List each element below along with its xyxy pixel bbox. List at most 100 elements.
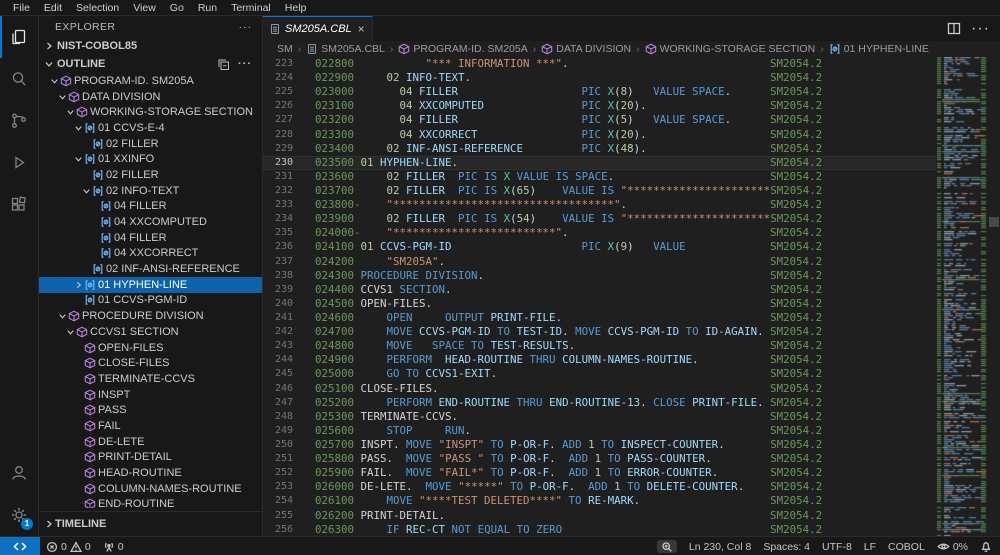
timeline-header[interactable]: TIMELINE bbox=[39, 511, 262, 536]
breadcrumb-item[interactable]: DATA DIVISION bbox=[541, 43, 631, 55]
outline-item-end-routine[interactable]: END-ROUTINE bbox=[39, 497, 262, 508]
code-line-256[interactable]: 256 026300 IF REC-CT NOT EQUAL TO ZERO SM… bbox=[263, 523, 936, 536]
code-line-239[interactable]: 239 024400 CCVS1 SECTION. SM2054.2 bbox=[263, 283, 936, 297]
outline-item-01-hyphen-line[interactable]: 01 HYPHEN-LINE bbox=[39, 276, 262, 293]
activity-files-icon[interactable] bbox=[0, 16, 38, 58]
ports-status[interactable]: 0 bbox=[97, 537, 130, 555]
code-line-254[interactable]: 254 026100 MOVE "****TEST DELETED****" TO… bbox=[263, 494, 936, 508]
workspace-folder[interactable]: NIST-COBOL85 bbox=[39, 37, 262, 55]
code-line-226[interactable]: 226 023100 04 XXCOMPUTED PIC X(20). SM205… bbox=[263, 99, 936, 113]
menu-terminal[interactable]: Terminal bbox=[224, 2, 278, 14]
outline-item-04-filler[interactable]: 04 FILLER bbox=[39, 230, 262, 246]
menu-view[interactable]: View bbox=[126, 2, 163, 14]
code-line-237[interactable]: 237 024200 "SM205A". SM2054.2 bbox=[263, 255, 936, 269]
code-line-247[interactable]: 247 025200 PERFORM END-ROUTINE THRU END-R… bbox=[263, 396, 936, 410]
outline-item-fail[interactable]: FAIL bbox=[39, 418, 262, 434]
code-line-223[interactable]: 223 022800 "*** INFORMATION ***". SM2054.… bbox=[263, 57, 936, 71]
breadcrumb-item[interactable]: SM205A.CBL bbox=[306, 43, 385, 55]
code-line-231[interactable]: 231 023600 02 FILLER PIC IS X VALUE IS SP… bbox=[263, 170, 936, 184]
indentation-status[interactable]: Spaces: 4 bbox=[757, 537, 816, 555]
code-line-225[interactable]: 225 023000 04 FILLER PIC X(8) VALUE SPACE… bbox=[263, 85, 936, 99]
more-actions-icon[interactable]: ··· bbox=[238, 58, 252, 70]
outline-item-01-xxinfo[interactable]: 01 XXINFO bbox=[39, 151, 262, 167]
activity-extensions-icon[interactable] bbox=[0, 184, 38, 226]
code-line-250[interactable]: 250 025700 INSPT. MOVE "INSPT" TO P-OR-F.… bbox=[263, 438, 936, 452]
menu-edit[interactable]: Edit bbox=[37, 2, 69, 14]
code-line-229[interactable]: 229 023400 02 INF-ANSI-REFERENCE PIC X(48… bbox=[263, 142, 936, 156]
chevron-down-icon[interactable] bbox=[57, 91, 68, 103]
outline-item-procedure-division[interactable]: PROCEDURE DIVISION bbox=[39, 308, 262, 324]
code-line-234[interactable]: 234 023900 02 FILLER PIC IS X(54) VALUE I… bbox=[263, 212, 936, 226]
outline-item-04-filler[interactable]: 04 FILLER bbox=[39, 199, 262, 215]
code-line-253[interactable]: 253 026000 DE-LETE. MOVE "*****" TO P-OR-… bbox=[263, 480, 936, 494]
code-line-249[interactable]: 249 025600 STOP RUN. SM2054.2 bbox=[263, 424, 936, 438]
visibility-status[interactable]: 0% bbox=[931, 537, 974, 555]
chevron-down-icon[interactable] bbox=[81, 185, 92, 197]
menu-file[interactable]: File bbox=[6, 2, 37, 14]
code-line-243[interactable]: 243 024800 MOVE SPACE TO TEST-RESULTS. SM… bbox=[263, 339, 936, 353]
code-line-251[interactable]: 251 025800 PASS. MOVE "PASS " TO P-OR-F. … bbox=[263, 452, 936, 466]
remote-indicator[interactable] bbox=[0, 537, 40, 555]
chevron-down-icon[interactable] bbox=[65, 326, 76, 338]
outline-item-01-ccvs-pgm-id[interactable]: 01 CCVS-PGM-ID bbox=[39, 293, 262, 309]
activity-source-control-icon[interactable] bbox=[0, 100, 38, 142]
outline-item-01-ccvs-e-4[interactable]: 01 CCVS-E-4 bbox=[39, 120, 262, 136]
outline-item-ccvs1-section[interactable]: CCVS1 SECTION bbox=[39, 324, 262, 340]
close-icon[interactable]: × bbox=[358, 23, 365, 35]
outline-item-pass[interactable]: PASS bbox=[39, 402, 262, 418]
code-line-240[interactable]: 240 024500 OPEN-FILES. SM2054.2 bbox=[263, 297, 936, 311]
code-line-224[interactable]: 224 022900 02 INFO-TEXT. SM2054.2 bbox=[263, 71, 936, 85]
code-line-248[interactable]: 248 025300 TERMINATE-CCVS. SM2054.2 bbox=[263, 410, 936, 424]
outline-item-close-files[interactable]: CLOSE-FILES bbox=[39, 355, 262, 371]
outline-item-program-id-sm205a[interactable]: PROGRAM-ID. SM205A bbox=[39, 73, 262, 89]
code-line-236[interactable]: 236 024100 01 CCVS-PGM-ID PIC X(9) VALUE … bbox=[263, 240, 936, 254]
code-line-228[interactable]: 228 023300 04 XXCORRECT PIC X(20). SM2054… bbox=[263, 128, 936, 142]
code-line-255[interactable]: 255 026200 PRINT-DETAIL. SM2054.2 bbox=[263, 509, 936, 523]
code-editor[interactable]: 223 022800 "*** INFORMATION ***". SM2054.… bbox=[263, 57, 1000, 536]
menu-help[interactable]: Help bbox=[278, 2, 314, 14]
chevron-down-icon[interactable] bbox=[73, 153, 84, 165]
code-line-245[interactable]: 245 025000 GO TO CCVS1-EXIT. SM2054.2 bbox=[263, 367, 936, 381]
activity-settings-gear-icon[interactable]: 1 bbox=[0, 494, 38, 536]
outline-item-02-inf-ansi-reference[interactable]: 02 INF-ANSI-REFERENCE bbox=[39, 261, 262, 277]
encoding-status[interactable]: UTF-8 bbox=[816, 537, 858, 555]
breadcrumb-item[interactable]: WORKING-STORAGE SECTION bbox=[645, 43, 815, 55]
outline-item-head-routine[interactable]: HEAD-ROUTINE bbox=[39, 465, 262, 481]
code-line-232[interactable]: 232 023700 02 FILLER PIC IS X(65) VALUE I… bbox=[263, 184, 936, 198]
outline-item-inspt[interactable]: INSPT bbox=[39, 387, 262, 403]
code-line-230[interactable]: 230 023500 01 HYPHEN-LINE. SM2054.2 bbox=[263, 155, 936, 170]
outline-item-open-files[interactable]: OPEN-FILES bbox=[39, 340, 262, 356]
outline-header[interactable]: OUTLINE ··· bbox=[39, 55, 262, 73]
outline-item-data-division[interactable]: DATA DIVISION bbox=[39, 89, 262, 105]
language-status[interactable]: COBOL bbox=[882, 537, 931, 555]
zoom-status[interactable] bbox=[651, 537, 683, 555]
menu-selection[interactable]: Selection bbox=[69, 2, 126, 14]
code-line-235[interactable]: 235 024000- "*************************". … bbox=[263, 226, 936, 240]
code-line-241[interactable]: 241 024600 OPEN OUTPUT PRINT-FILE. SM2054… bbox=[263, 311, 936, 325]
chevron-down-icon[interactable] bbox=[57, 310, 68, 322]
more-actions-icon[interactable]: ··· bbox=[239, 21, 253, 33]
code-line-233[interactable]: 233 023800- "****************************… bbox=[263, 198, 936, 212]
breadcrumb-item[interactable]: SM bbox=[277, 43, 293, 55]
minimap[interactable] bbox=[936, 57, 988, 536]
outline-item-04-xxcomputed[interactable]: 04 XXCOMPUTED bbox=[39, 214, 262, 230]
code-line-244[interactable]: 244 024900 PERFORM HEAD-ROUTINE THRU COLU… bbox=[263, 353, 936, 367]
menu-go[interactable]: Go bbox=[163, 2, 191, 14]
tab-sm205a[interactable]: SM205A.CBL × bbox=[263, 16, 373, 41]
outline-item-02-info-text[interactable]: 02 INFO-TEXT bbox=[39, 183, 262, 199]
activity-search-icon[interactable] bbox=[0, 58, 38, 100]
code-line-252[interactable]: 252 025900 FAIL. MOVE "FAIL*" TO P-OR-F. … bbox=[263, 466, 936, 480]
eol-status[interactable]: LF bbox=[858, 537, 882, 555]
outline-item-working-storage-section[interactable]: WORKING-STORAGE SECTION bbox=[39, 104, 262, 120]
activity-run-debug-icon[interactable] bbox=[0, 142, 38, 184]
notifications-bell[interactable] bbox=[974, 537, 1000, 555]
outline-item-terminate-ccvs[interactable]: TERMINATE-CCVS bbox=[39, 371, 262, 387]
vertical-scrollbar[interactable] bbox=[988, 57, 1000, 536]
code-line-227[interactable]: 227 023200 04 FILLER PIC X(5) VALUE SPACE… bbox=[263, 113, 936, 127]
chevron-right-icon[interactable] bbox=[73, 279, 84, 291]
scrollbar-thumb[interactable] bbox=[989, 217, 999, 227]
outline-item-column-names-routine[interactable]: COLUMN-NAMES-ROUTINE bbox=[39, 481, 262, 497]
activity-account-icon[interactable] bbox=[0, 452, 38, 494]
breadcrumb-item[interactable]: 01 HYPHEN-LINE bbox=[829, 43, 929, 55]
menu-run[interactable]: Run bbox=[191, 2, 224, 14]
